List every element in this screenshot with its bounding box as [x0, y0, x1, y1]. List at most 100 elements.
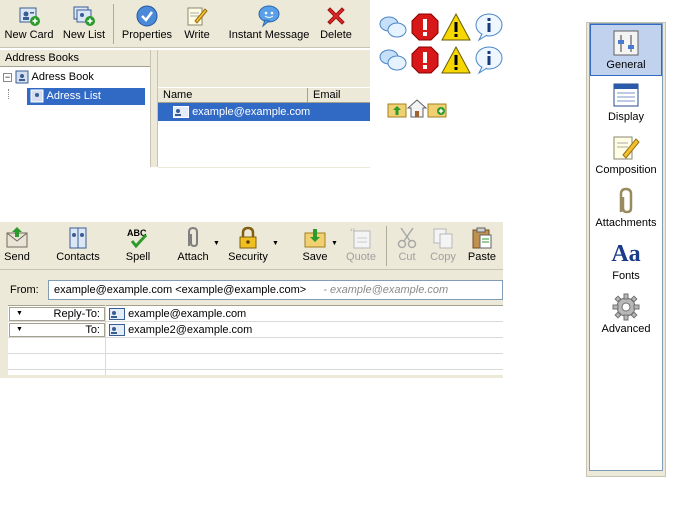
pref-item-label: Advanced: [601, 323, 651, 335]
recipient-row: ▼ To: example2@example.com: [8, 322, 503, 338]
send-button[interactable]: Send: [2, 226, 32, 268]
pane-splitter[interactable]: [150, 50, 158, 167]
card-row-name: example@example.com: [192, 106, 311, 118]
recipient-type-label: To:: [85, 324, 100, 336]
send-icon: [6, 227, 28, 248]
quote-button[interactable]: “ Quote: [344, 226, 378, 268]
compose-toolbar: Send Contacts ABC Spell Attach ▼ Securit…: [0, 222, 503, 270]
attach-menu-arrow[interactable]: ▼: [213, 240, 220, 247]
from-value: example@example.com <example@example.com…: [54, 284, 307, 296]
security-label: Security: [228, 251, 268, 263]
pref-item-label: Display: [607, 111, 645, 123]
info-icon: [475, 46, 503, 75]
delete-icon: [327, 7, 345, 25]
send-label: Send: [4, 251, 30, 263]
contacts-button[interactable]: Contacts: [53, 226, 103, 268]
contact-card-icon: [173, 106, 189, 119]
paste-button[interactable]: Paste: [466, 226, 498, 268]
advanced-icon: [612, 293, 640, 321]
recipient-type-select[interactable]: ▼ Reply-To:: [9, 307, 105, 321]
toolbar-separator: [386, 226, 387, 266]
pref-item-advanced[interactable]: Advanced: [590, 289, 662, 341]
pref-item-label: Fonts: [612, 270, 640, 282]
recipients-grid: ▼ Reply-To: example@example.com ▼ To: ex…: [8, 305, 503, 375]
contact-card-icon: [109, 308, 125, 321]
spell-label: Spell: [125, 251, 151, 263]
tree-item-label: Adress List: [46, 90, 101, 102]
column-email[interactable]: Email: [308, 88, 370, 103]
new-list-icon: [73, 6, 95, 26]
address-book-toolbar: New Card New List Properties Write Insta…: [0, 0, 370, 48]
save-button[interactable]: Save: [300, 226, 330, 268]
tree-item-adress-book[interactable]: − Adress Book: [3, 69, 149, 86]
pref-item-general[interactable]: General: [590, 24, 662, 76]
svg-text:“: “: [350, 226, 355, 239]
new-list-label: New List: [62, 29, 106, 41]
properties-button[interactable]: Properties: [120, 4, 174, 46]
card-row[interactable]: example@example.com: [158, 103, 370, 121]
security-icon: [239, 226, 257, 249]
toolbar-separator: [113, 4, 114, 44]
security-button[interactable]: Security: [226, 226, 270, 268]
address-book-tree: − Adress Book Adress List: [0, 67, 150, 167]
pref-item-display[interactable]: Display: [590, 77, 662, 129]
grid-divider: [105, 305, 106, 375]
quote-icon: “: [350, 226, 371, 249]
recipient-row-empty[interactable]: [8, 338, 503, 354]
from-label: From:: [10, 284, 39, 296]
recipient-input[interactable]: example@example.com: [109, 306, 246, 322]
spell-button[interactable]: ABC Spell: [122, 226, 154, 268]
recipient-input[interactable]: example2@example.com: [109, 322, 252, 338]
contacts-label: Contacts: [56, 251, 100, 263]
pref-item-composition[interactable]: Composition: [590, 130, 662, 182]
home-icon: [407, 99, 427, 118]
attach-icon: [188, 226, 198, 248]
recipient-type-select[interactable]: ▼ To:: [9, 323, 105, 337]
pref-item-attachments[interactable]: Attachments: [590, 183, 662, 235]
pref-item-fonts[interactable]: Aa Fonts: [590, 236, 662, 288]
card-list-header: Name Email: [158, 87, 370, 103]
new-card-icon: [19, 7, 40, 26]
cut-button[interactable]: Cut: [393, 226, 421, 268]
new-card-label: New Card: [4, 29, 54, 41]
warning-icon: [441, 12, 471, 41]
pref-item-label: Composition: [595, 164, 657, 176]
attachments-icon: [619, 187, 633, 214]
save-menu-arrow[interactable]: ▼: [331, 240, 338, 247]
composition-icon: [613, 136, 640, 160]
instant-message-icon: [258, 5, 280, 28]
delete-button[interactable]: Delete: [316, 4, 356, 46]
general-icon: [613, 30, 639, 56]
properties-icon: [136, 5, 158, 27]
attach-button[interactable]: Attach: [174, 226, 212, 268]
cut-label: Cut: [398, 251, 416, 263]
recipient-row-empty[interactable]: [8, 354, 503, 370]
contacts-icon: [69, 227, 87, 249]
properties-label: Properties: [121, 29, 173, 41]
copy-button[interactable]: Copy: [428, 226, 458, 268]
save-icon: [304, 229, 326, 248]
instant-message-button[interactable]: Instant Message: [226, 4, 312, 46]
write-button[interactable]: Write: [180, 4, 214, 46]
spell-icon: ABC: [127, 228, 148, 249]
delete-label: Delete: [320, 29, 352, 41]
column-name[interactable]: Name: [158, 88, 308, 103]
new-list-button[interactable]: New List: [60, 4, 108, 46]
tree-item-adress-list[interactable]: Adress List: [0, 88, 150, 105]
contact-card-icon: [109, 324, 125, 337]
chat-bubbles-icon: [379, 16, 407, 38]
security-menu-arrow[interactable]: ▼: [272, 240, 279, 247]
folder-up-icon: [387, 103, 407, 118]
quote-label: Quote: [346, 251, 376, 263]
error-stop-icon: [411, 13, 439, 41]
info-icon: [475, 13, 503, 42]
copy-label: Copy: [430, 251, 456, 263]
from-select[interactable]: example@example.com <example@example.com…: [48, 280, 503, 300]
collapse-toggle[interactable]: −: [3, 72, 12, 82]
save-label: Save: [302, 251, 328, 263]
paste-label: Paste: [467, 251, 497, 263]
new-card-button[interactable]: New Card: [3, 4, 55, 46]
recipient-value: example2@example.com: [128, 324, 253, 336]
list-icon: [30, 89, 44, 103]
display-icon: [613, 83, 639, 107]
